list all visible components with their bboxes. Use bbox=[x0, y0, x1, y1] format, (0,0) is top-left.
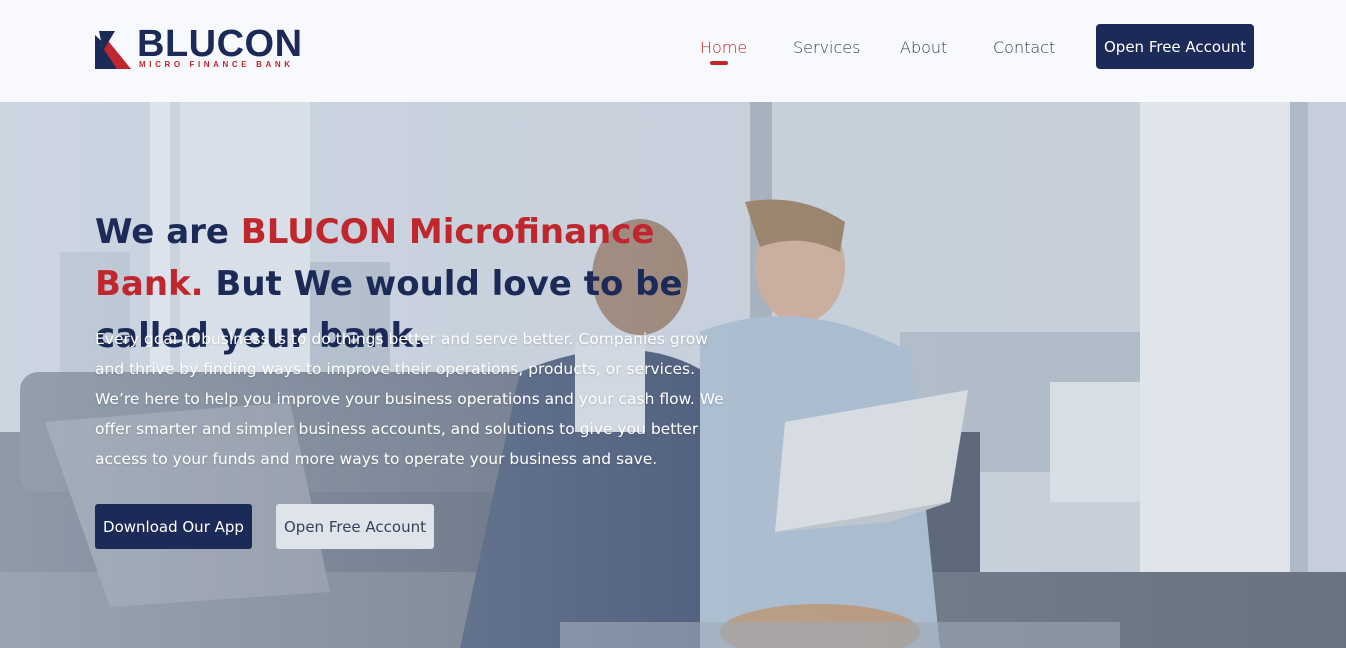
hero-section: We are BLUCON Microfinance Bank. But We … bbox=[0, 102, 1346, 648]
nav-home[interactable]: Home bbox=[700, 38, 747, 57]
header-open-account-button[interactable]: Open Free Account bbox=[1096, 24, 1254, 69]
nav-about[interactable]: About bbox=[900, 38, 947, 57]
nav-contact[interactable]: Contact bbox=[993, 38, 1055, 57]
download-app-button[interactable]: Download Our App bbox=[95, 504, 252, 549]
hero-open-account-button[interactable]: Open Free Account bbox=[276, 504, 434, 549]
hero-description: Every goal in business is to do things b… bbox=[95, 330, 724, 468]
site-header: BLUCON MICRO FINANCE BANK Home Services … bbox=[0, 0, 1346, 102]
hero-title-part1: We are bbox=[95, 212, 241, 252]
nav-services[interactable]: Services bbox=[793, 38, 860, 57]
nav-active-indicator bbox=[710, 61, 728, 65]
